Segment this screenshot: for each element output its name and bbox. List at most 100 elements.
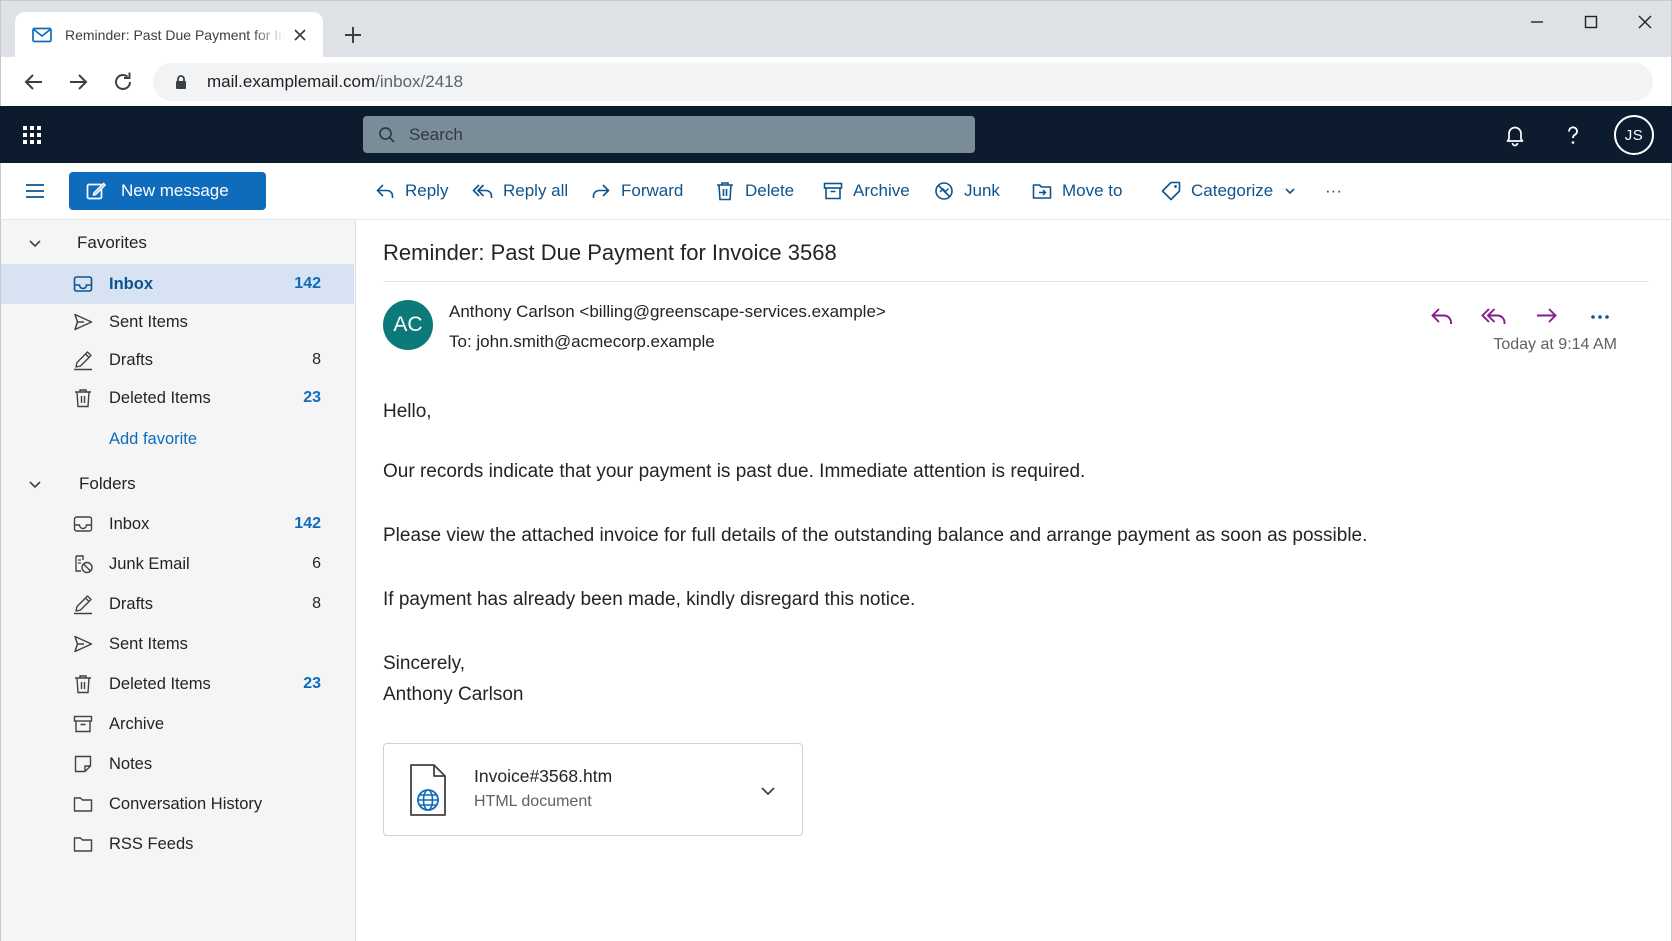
- new-message-button[interactable]: New message: [69, 172, 266, 210]
- more-actions-label: ···: [1325, 181, 1342, 200]
- browser-address-bar: mail.examplemail.com/inbox/2418: [0, 57, 1672, 106]
- chevron-down-icon[interactable]: [758, 781, 778, 801]
- nav-label: Drafts: [109, 594, 154, 613]
- pencil-icon: [74, 595, 92, 615]
- move-to-button[interactable]: Move to: [1031, 177, 1122, 205]
- reply-icon[interactable]: [1428, 302, 1456, 330]
- menu-icon[interactable]: [23, 179, 47, 203]
- folder-item-junk-email[interactable]: Junk Email 6: [1, 544, 354, 584]
- new-tab-icon[interactable]: [341, 23, 365, 47]
- search-input[interactable]: [409, 124, 929, 145]
- recipient-line: To: john.smith@acmecorp.example: [449, 332, 715, 351]
- html-file-icon: [410, 764, 446, 816]
- body-paragraph: If payment has already been made, kindly…: [383, 589, 916, 610]
- app-header: JS: [0, 106, 1672, 163]
- sender-address[interactable]: Anthony Carlson <billing@greenscape-serv…: [449, 302, 886, 322]
- reload-icon[interactable]: [110, 69, 136, 95]
- forward-icon[interactable]: [1533, 302, 1561, 330]
- reply-button[interactable]: Reply: [374, 177, 448, 205]
- body-greeting: Hello,: [383, 401, 432, 422]
- item-count: 8: [312, 351, 321, 368]
- add-favorite-link[interactable]: Add favorite: [109, 430, 197, 449]
- inbox-icon: [73, 516, 93, 532]
- more-options-icon[interactable]: [1586, 302, 1614, 330]
- bell-icon[interactable]: [1502, 122, 1528, 148]
- minimize-window-icon[interactable]: [1523, 11, 1551, 33]
- forward-arrow-icon[interactable]: [65, 69, 91, 95]
- folder-item-deleted-items[interactable]: Deleted Items 23: [1, 664, 354, 704]
- categorize-label: Categorize: [1191, 181, 1274, 200]
- search-icon: [379, 126, 395, 143]
- close-tab-icon[interactable]: [291, 26, 309, 44]
- folder-item-sent-items[interactable]: Sent Items: [1, 624, 354, 664]
- archive-button[interactable]: Archive: [822, 177, 910, 205]
- help-icon[interactable]: [1560, 122, 1586, 148]
- url-bar[interactable]: mail.examplemail.com/inbox/2418: [153, 63, 1653, 101]
- delete-button[interactable]: Delete: [714, 177, 794, 205]
- message-subject: Reminder: Past Due Payment for Invoice 3…: [383, 240, 837, 265]
- archive-label: Archive: [853, 181, 910, 200]
- browser-tab[interactable]: Reminder: Past Due Payment for Invoice 3…: [15, 12, 323, 58]
- sender-avatar[interactable]: AC: [383, 300, 433, 350]
- move-to-label: Move to: [1062, 181, 1123, 200]
- url-path: /inbox/2418: [375, 72, 464, 91]
- item-count: 8: [312, 595, 321, 612]
- body-signature: Anthony Carlson: [383, 684, 524, 705]
- favorites-item-inbox[interactable]: Inbox 142: [1, 264, 354, 304]
- forward-label: Forward: [621, 181, 684, 200]
- favorites-item-deleted-items[interactable]: Deleted Items 23: [1, 378, 354, 418]
- search-box[interactable]: [363, 116, 975, 153]
- nav-label: Conversation History: [109, 794, 263, 813]
- folder-item-rss-feeds[interactable]: RSS Feeds: [1, 824, 354, 864]
- new-message-label: New message: [121, 181, 229, 200]
- attachment-type: HTML document: [474, 793, 592, 810]
- folders-label: Folders: [79, 474, 136, 493]
- close-window-icon[interactable]: [1631, 11, 1659, 33]
- trash-icon: [75, 675, 91, 694]
- nav-label: Sent Items: [109, 312, 188, 331]
- forward-button[interactable]: Forward: [590, 177, 683, 205]
- folder-item-archive[interactable]: Archive: [1, 704, 354, 744]
- folder-icon: [73, 837, 93, 852]
- reply-all-icon[interactable]: [1480, 302, 1508, 330]
- maximize-window-icon[interactable]: [1577, 11, 1605, 33]
- unread-count: 23: [303, 675, 321, 692]
- trash-icon: [75, 389, 91, 408]
- favorites-label: Favorites: [77, 233, 147, 252]
- note-icon: [74, 755, 92, 773]
- nav-label: Deleted Items: [109, 388, 211, 407]
- folders-header[interactable]: Folders: [1, 466, 357, 502]
- nav-label: Deleted Items: [109, 674, 211, 693]
- unread-count: 142: [294, 515, 321, 532]
- favorites-item-sent-items[interactable]: Sent Items: [1, 302, 354, 342]
- user-avatar[interactable]: JS: [1614, 115, 1654, 155]
- forward-icon: [592, 184, 610, 198]
- folder-icon: [73, 797, 93, 812]
- folder-item-conversation-history[interactable]: Conversation History: [1, 784, 354, 824]
- attachment-card[interactable]: Invoice#3568.htm HTML document: [383, 743, 803, 836]
- reply-all-icon: [472, 184, 493, 198]
- favorites-item-drafts[interactable]: Drafts 8: [1, 340, 354, 380]
- pencil-icon: [74, 351, 92, 371]
- folder-item-notes[interactable]: Notes: [1, 744, 354, 784]
- junk-button[interactable]: Junk: [933, 177, 1000, 205]
- app-launcher-icon[interactable]: [20, 123, 44, 147]
- body-paragraph: Our records indicate that your payment i…: [383, 461, 1086, 482]
- more-actions-button[interactable]: ···: [1325, 177, 1342, 205]
- favorites-header[interactable]: Favorites: [1, 225, 357, 261]
- nav-label: Inbox: [109, 274, 153, 293]
- categorize-button[interactable]: Categorize: [1160, 177, 1297, 205]
- folder-item-inbox[interactable]: Inbox 142: [1, 504, 354, 544]
- back-arrow-icon[interactable]: [21, 69, 47, 95]
- nav-label: Archive: [109, 714, 165, 733]
- tab-title: Reminder: Past Due Payment for Invoice 3…: [65, 27, 285, 43]
- url-host: mail.examplemail.com: [207, 72, 376, 91]
- reply-all-button[interactable]: Reply all: [472, 177, 568, 205]
- reading-pane: Reminder: Past Due Payment for Invoice 3…: [356, 220, 1672, 941]
- tag-icon: [1161, 181, 1181, 201]
- folder-item-drafts[interactable]: Drafts 8: [1, 584, 354, 624]
- body-signoff: Sincerely,: [383, 653, 466, 674]
- reply-label: Reply: [405, 181, 449, 200]
- nav-label: Inbox: [109, 514, 150, 533]
- chevron-down-icon: [1285, 188, 1295, 195]
